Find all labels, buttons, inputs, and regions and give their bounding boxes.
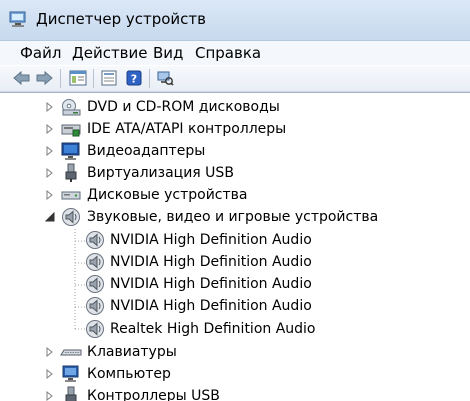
keyboard-icon	[60, 349, 82, 356]
help-button[interactable]: ?	[124, 69, 144, 87]
expand-arrow-icon[interactable]	[44, 167, 56, 179]
tree-item-audio-device[interactable]: NVIDIA High Definition Audio	[0, 229, 470, 251]
device-manager-icon	[9, 11, 26, 27]
toolbar: ?	[0, 66, 470, 92]
menu-view[interactable]: Вид	[151, 44, 185, 62]
dvd-drive-icon	[62, 99, 81, 116]
toolbar-separator	[60, 69, 61, 88]
tree-item-keyboards[interactable]: Клавиатуры	[0, 341, 470, 363]
tree-item-sound-video-game[interactable]: Звуковые, видео и игровые устройства	[0, 206, 470, 228]
expand-arrow-icon[interactable]	[44, 101, 56, 113]
tree-item-label: Realtek High Definition Audio	[110, 321, 316, 337]
tree-item-usb-virtualization[interactable]: Виртуализация USB	[0, 162, 470, 184]
collapse-arrow-icon[interactable]	[44, 211, 56, 223]
forward-icon	[36, 71, 53, 85]
tree-item-disk-drives[interactable]: Дисковые устройства	[0, 184, 470, 206]
toolbar-separator	[149, 69, 150, 88]
scan-hardware-icon	[157, 71, 174, 86]
expand-arrow-icon[interactable]	[44, 346, 56, 358]
back-icon	[13, 71, 30, 85]
tree-item-label: Звуковые, видео и игровые устройства	[87, 209, 379, 225]
audio-device-icon	[86, 275, 104, 293]
device-tree[interactable]: DVD и CD-ROM дисководы IDE ATA/ATAPI кон…	[0, 92, 470, 401]
disk-drive-icon	[61, 191, 81, 200]
tree-item-label: Контроллеры USB	[87, 388, 220, 401]
back-button[interactable]	[12, 69, 32, 87]
expand-arrow-icon[interactable]	[44, 368, 56, 380]
tree-item-label: Дисковые устройства	[87, 187, 248, 203]
tree-item-dvd-drives[interactable]: DVD и CD-ROM дисководы	[0, 96, 470, 118]
tree-item-label: Видеоадаптеры	[87, 143, 206, 159]
usb-virtualization-icon	[65, 163, 77, 182]
computer-icon	[62, 365, 79, 382]
tree-item-label: Клавиатуры	[87, 344, 177, 360]
window-title: Диспетчер устройств	[36, 10, 207, 28]
tree-item-audio-device[interactable]: NVIDIA High Definition Audio	[0, 273, 470, 295]
ide-controller-icon	[61, 124, 81, 137]
menu-bar: Файл Действие Вид Справка	[0, 41, 470, 65]
expand-arrow-icon[interactable]	[44, 123, 56, 135]
title-bar[interactable]: Диспетчер устройств	[0, 0, 470, 41]
properties-icon	[101, 70, 117, 86]
toolbar-separator	[93, 69, 94, 88]
menu-file[interactable]: Файл	[18, 44, 63, 62]
menu-action[interactable]: Действие	[70, 44, 150, 62]
tree-item-display-adapters[interactable]: Видеоадаптеры	[0, 140, 470, 162]
console-tree-button[interactable]	[68, 69, 88, 87]
help-icon: ?	[126, 70, 142, 86]
tree-item-label: NVIDIA High Definition Audio	[110, 232, 312, 248]
tree-item-label: NVIDIA High Definition Audio	[110, 298, 312, 314]
expand-arrow-icon[interactable]	[44, 145, 56, 157]
expand-arrow-icon[interactable]	[44, 189, 56, 201]
tree-item-label: Виртуализация USB	[87, 165, 234, 181]
tree-item-label: NVIDIA High Definition Audio	[110, 276, 312, 292]
menu-help[interactable]: Справка	[193, 44, 263, 62]
tree-item-ide-controllers[interactable]: IDE ATA/ATAPI контроллеры	[0, 118, 470, 140]
audio-device-icon	[86, 231, 104, 249]
properties-button[interactable]	[99, 69, 119, 87]
tree-item-label: NVIDIA High Definition Audio	[110, 254, 312, 270]
audio-device-icon	[86, 253, 104, 271]
audio-device-icon	[86, 320, 104, 338]
tree-item-audio-device[interactable]: NVIDIA High Definition Audio	[0, 251, 470, 273]
tree-item-computer[interactable]: Компьютер	[0, 363, 470, 385]
tree-item-audio-device[interactable]: NVIDIA High Definition Audio	[0, 295, 470, 317]
tree-item-label: Компьютер	[87, 366, 171, 382]
expand-arrow-icon[interactable]	[44, 390, 56, 401]
usb-controller-icon	[65, 386, 77, 401]
svg-text:?: ?	[131, 73, 137, 86]
tree-item-label: IDE ATA/ATAPI контроллеры	[87, 121, 287, 137]
forward-button[interactable]	[34, 69, 54, 87]
display-adapter-icon	[61, 142, 80, 160]
sound-device-icon	[62, 208, 80, 226]
scan-hardware-button[interactable]	[155, 69, 175, 87]
audio-device-icon	[86, 297, 104, 315]
tree-item-usb-controllers[interactable]: Контроллеры USB	[0, 385, 470, 401]
tree-item-audio-device[interactable]: Realtek High Definition Audio	[0, 318, 470, 340]
tree-item-label: DVD и CD-ROM дисководы	[87, 99, 280, 115]
console-tree-icon	[69, 70, 87, 86]
